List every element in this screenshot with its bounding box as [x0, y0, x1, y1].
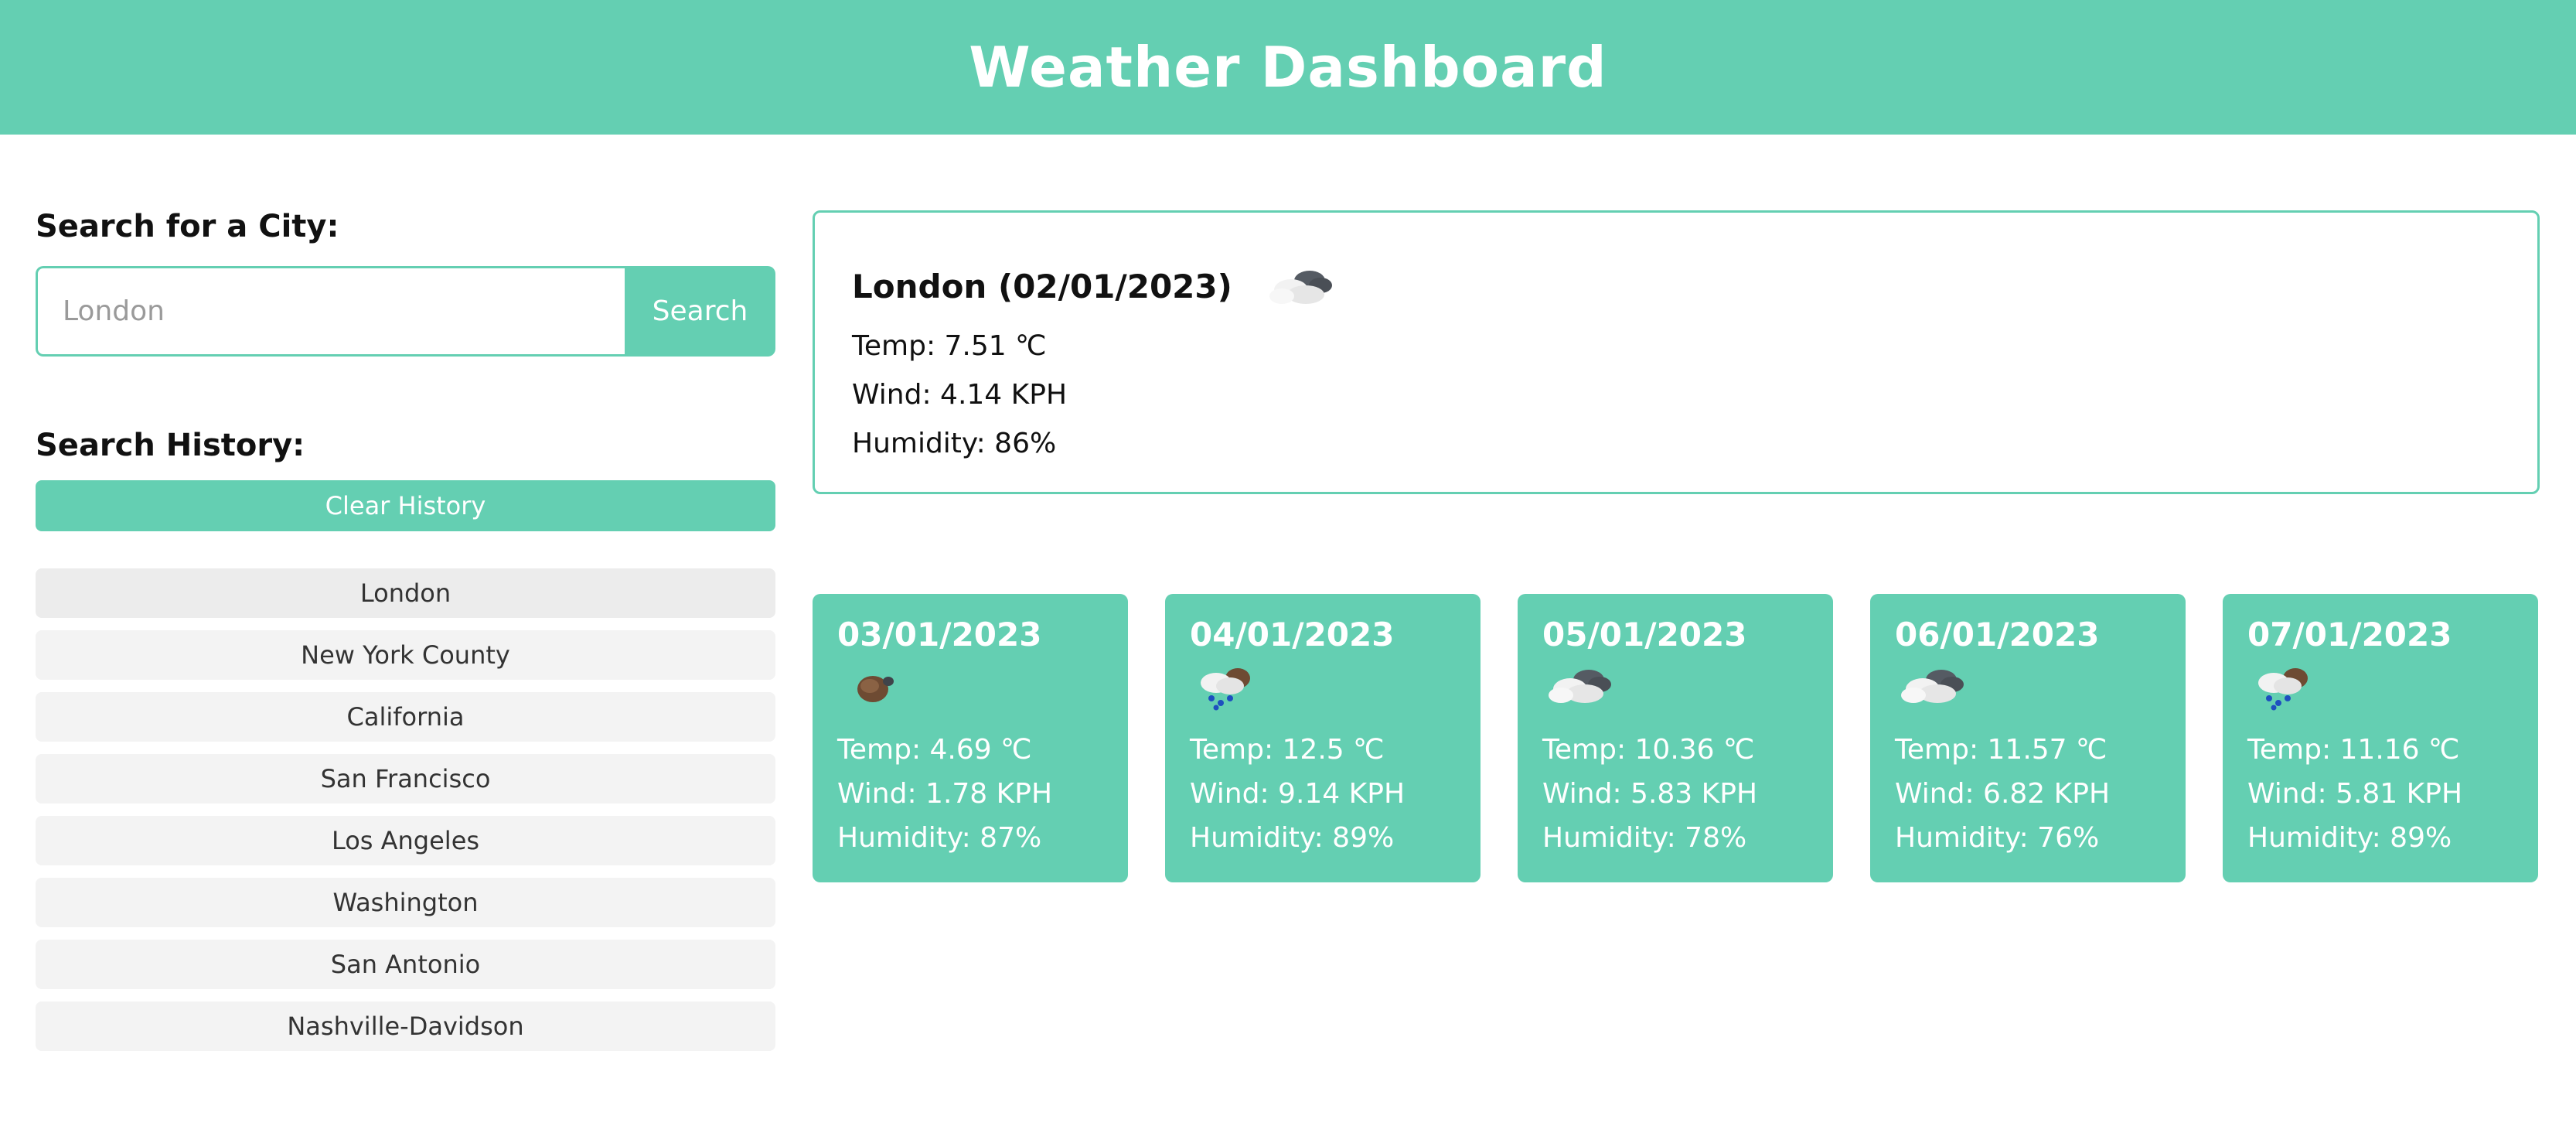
forecast-temp: Temp: 10.36 ℃: [1542, 734, 1755, 766]
rain-icon: [1201, 668, 1250, 711]
forecast-card: 06/01/2023 Temp: 11.57 ℃ Wind: 6.82 KPH …: [1870, 594, 2186, 882]
forecast-temp: Temp: 12.5 ℃: [1190, 734, 1385, 766]
forecast-wind: Wind: 6.82 KPH: [1895, 778, 2111, 810]
history-item-nashville-davidson[interactable]: Nashville-Davidson: [36, 1001, 775, 1051]
history-label: Search History:: [36, 428, 305, 463]
app-header: Weather Dashboard: [0, 0, 2576, 135]
sidebar: Search for a City: Search Search History…: [36, 209, 775, 1063]
forecast-card: 07/01/2023 Temp: 11.16 ℃ Wind: 5.81 KPH …: [2223, 594, 2538, 882]
history-list: London New York County California San Fr…: [36, 568, 775, 1051]
history-item-los-angeles[interactable]: Los Angeles: [36, 816, 775, 865]
current-humidity: Humidity: 86%: [852, 428, 1057, 459]
search-label: Search for a City:: [36, 209, 339, 244]
history-item-california[interactable]: California: [36, 692, 775, 742]
forecast-date: 07/01/2023: [2247, 616, 2452, 653]
search-input[interactable]: [36, 266, 625, 357]
forecast-card: 04/01/2023 Temp: 12.5 ℃ Wind: 9.14 KPH H…: [1165, 594, 1481, 882]
forecast-wind: Wind: 5.83 KPH: [1542, 778, 1758, 810]
current-title-row: London (02/01/2023): [852, 259, 2500, 313]
forecast-humidity: Humidity: 89%: [1190, 822, 1395, 854]
forecast-wind: Wind: 1.78 KPH: [837, 778, 1053, 810]
forecast-humidity: Humidity: 87%: [837, 822, 1042, 854]
forecast-wind: Wind: 9.14 KPH: [1190, 778, 1406, 810]
broken-clouds-icon: [1549, 670, 1611, 703]
forecast-date: 04/01/2023: [1190, 616, 1395, 653]
history-item-washington[interactable]: Washington: [36, 878, 775, 927]
forecast-wind: Wind: 5.81 KPH: [2247, 778, 2463, 810]
forecast-temp: Temp: 11.16 ℃: [2247, 734, 2460, 766]
current-wind: Wind: 4.14 KPH: [852, 379, 1068, 411]
forecast-humidity: Humidity: 78%: [1542, 822, 1747, 854]
forecast-temp: Temp: 4.69 ℃: [837, 734, 1032, 766]
forecast-card: 05/01/2023 Temp: 10.36 ℃ Wind: 5.83 KPH …: [1518, 594, 1833, 882]
forecast-temp: Temp: 11.57 ℃: [1895, 734, 2107, 766]
history-item-san-antonio[interactable]: San Antonio: [36, 940, 775, 989]
forecast-humidity: Humidity: 89%: [2247, 822, 2452, 854]
current-city-date: London (02/01/2023): [852, 267, 1232, 305]
forecast-row: 03/01/2023 Temp: 4.69 ℃ Wind: 1.78 KPH H…: [813, 594, 2538, 882]
forecast-card: 03/01/2023 Temp: 4.69 ℃ Wind: 1.78 KPH H…: [813, 594, 1128, 882]
main-content: Search for a City: Search Search History…: [0, 135, 2576, 1143]
rain-icon: [2258, 668, 2308, 711]
page-title: Weather Dashboard: [969, 35, 1607, 100]
search-form: Search: [36, 266, 775, 357]
history-item-london[interactable]: London: [36, 568, 775, 618]
broken-clouds-icon: [1269, 271, 1332, 304]
broken-clouds-icon: [1901, 670, 1964, 703]
history-item-san-francisco[interactable]: San Francisco: [36, 754, 775, 804]
forecast-humidity: Humidity: 76%: [1895, 822, 2100, 854]
clear-history-button[interactable]: Clear History: [36, 480, 775, 531]
search-button[interactable]: Search: [625, 266, 775, 357]
current-weather-card: London (02/01/2023) Temp: 7.51 ℃ Wind: 4…: [813, 210, 2540, 494]
overcast-clouds-icon: [857, 676, 894, 702]
current-temp: Temp: 7.51 ℃: [852, 330, 1047, 362]
forecast-date: 05/01/2023: [1542, 616, 1747, 653]
history-item-new-york-county[interactable]: New York County: [36, 630, 775, 680]
forecast-date: 03/01/2023: [837, 616, 1042, 653]
forecast-date: 06/01/2023: [1895, 616, 2100, 653]
